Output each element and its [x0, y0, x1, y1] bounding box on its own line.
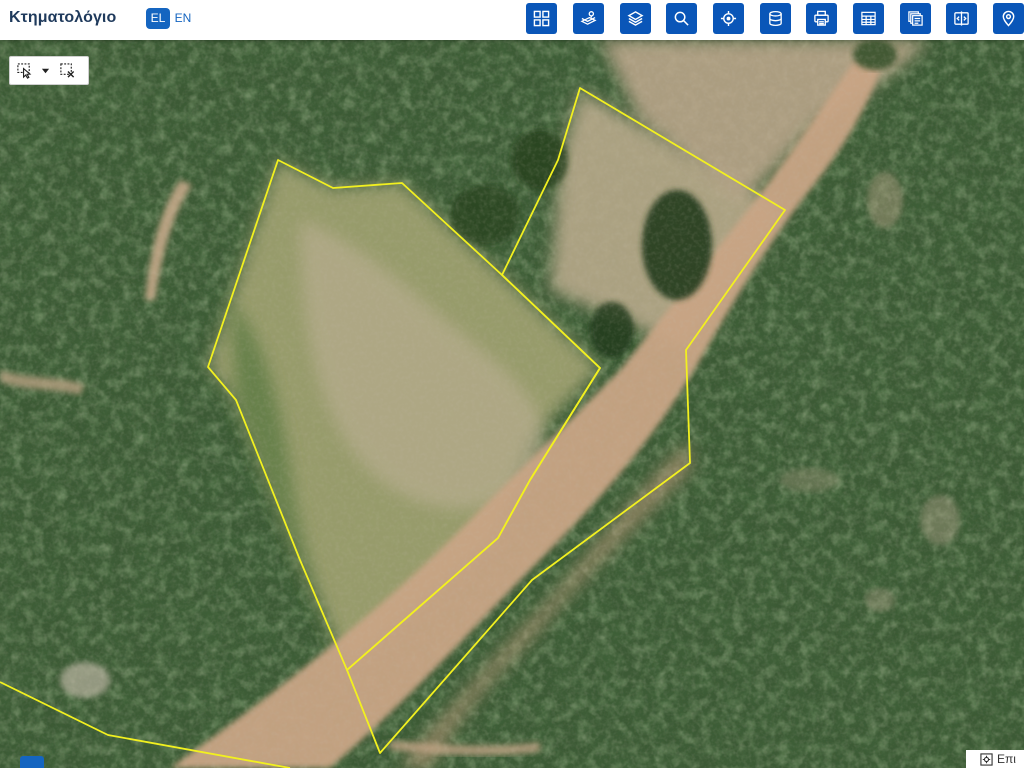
pointer-select-button[interactable]: [10, 58, 38, 83]
legend-toggle-button[interactable]: [20, 756, 44, 768]
documents-button[interactable]: [900, 3, 931, 34]
stacked-docs-icon: [908, 11, 923, 26]
grid-icon: [533, 10, 550, 27]
search-button[interactable]: [666, 3, 697, 34]
clear-selection-button[interactable]: [52, 58, 82, 83]
database-button[interactable]: [760, 3, 791, 34]
top-header: Κτηματολόγιο EL EN: [0, 0, 1024, 40]
parcel-boundaries[interactable]: [0, 40, 1024, 768]
table-button[interactable]: [853, 3, 884, 34]
database-icon: [769, 10, 782, 27]
layers-button[interactable]: [620, 3, 651, 34]
grid-button[interactable]: [526, 3, 557, 34]
clear-selection-icon: [59, 63, 74, 78]
print-icon: [814, 10, 829, 26]
map-pin-button[interactable]: [993, 3, 1024, 34]
table-icon: [861, 11, 876, 26]
pointer-select-icon: [16, 63, 31, 79]
compare-icon: [954, 11, 969, 26]
print-button[interactable]: [806, 3, 837, 34]
map-parcels-icon: [580, 11, 597, 25]
dropdown-caret-icon: [41, 68, 49, 74]
app-title[interactable]: Κτηματολόγιο: [9, 9, 116, 27]
layers-icon: [627, 11, 644, 26]
zoom-extent-panel[interactable]: Επι: [966, 750, 1024, 768]
language-el-button[interactable]: EL: [146, 8, 170, 29]
parcel-outline[interactable]: [0, 681, 291, 768]
parcel-outline[interactable]: [207, 159, 601, 671]
zoom-extent-icon: [980, 752, 993, 766]
parcel-outline[interactable]: [346, 87, 786, 754]
search-map-icon: [674, 11, 689, 26]
locate-icon: [720, 10, 737, 27]
selection-dropdown[interactable]: [38, 58, 52, 83]
compare-button[interactable]: [946, 3, 977, 34]
map-canvas[interactable]: [0, 40, 1024, 768]
locate-button[interactable]: [713, 3, 744, 34]
parcels-button[interactable]: [573, 3, 604, 34]
map-pin-icon: [1002, 10, 1015, 27]
language-en-button[interactable]: EN: [173, 8, 193, 29]
selection-toolbar: [9, 56, 89, 85]
zoom-extent-label: Επι: [997, 752, 1016, 766]
